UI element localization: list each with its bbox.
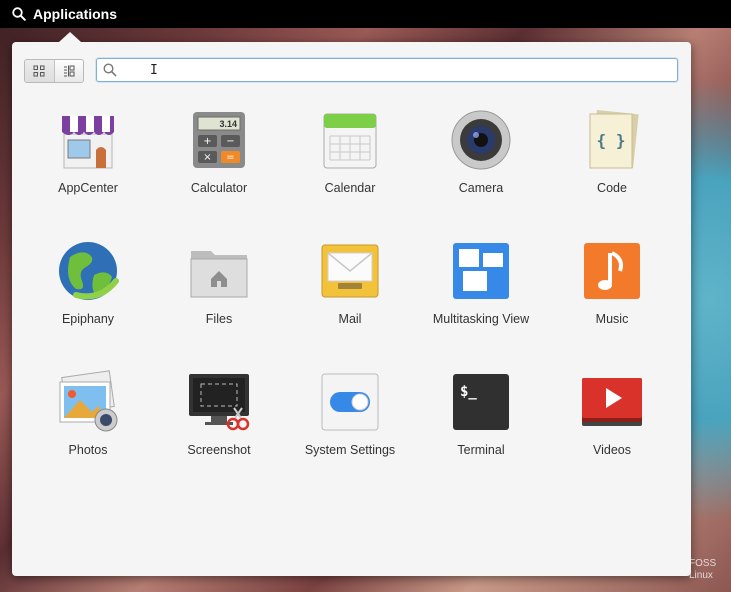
search-icon: [12, 7, 26, 21]
screenshot-icon: [189, 374, 250, 431]
grid-view-button[interactable]: [25, 60, 54, 82]
svg-text:{ }: { }: [597, 131, 626, 150]
svg-text:−: −: [226, 136, 234, 147]
watermark-logo: FOSS Linux: [689, 558, 723, 582]
calculator-display: 3.14: [219, 119, 237, 129]
calendar-icon: [323, 113, 377, 169]
app-photos[interactable]: Photos: [23, 366, 153, 476]
search-input[interactable]: [123, 61, 667, 81]
photos-icon: [59, 370, 118, 432]
app-label: Camera: [458, 181, 504, 195]
app-terminal[interactable]: $_ Terminal: [416, 366, 546, 476]
svg-text:+: +: [203, 136, 211, 147]
app-screenshot[interactable]: Screenshot: [154, 366, 284, 476]
applications-launcher: I AppCenter 3.14 + − × = Calculator Cale…: [12, 32, 691, 576]
camera-icon: [451, 110, 511, 170]
code-icon: { }: [589, 109, 639, 169]
music-icon: [584, 243, 640, 299]
appcenter-icon: [62, 116, 114, 169]
view-mode-switcher: [24, 59, 84, 83]
app-videos[interactable]: Videos: [547, 366, 677, 476]
app-label: Epiphany: [61, 312, 115, 326]
app-label: Multitasking View: [432, 312, 530, 326]
watermark-line2: Linux: [689, 570, 713, 581]
app-calendar[interactable]: Calendar: [285, 104, 415, 214]
app-appcenter[interactable]: AppCenter: [23, 104, 153, 214]
app-music[interactable]: Music: [547, 235, 677, 345]
app-system-settings[interactable]: System Settings: [285, 366, 415, 476]
app-label: Calculator: [190, 181, 248, 195]
app-camera[interactable]: Camera: [416, 104, 546, 214]
app-label: System Settings: [304, 443, 396, 457]
mail-icon: [321, 244, 379, 298]
search-icon: [103, 63, 117, 77]
files-icon: [190, 251, 248, 298]
app-label: Music: [595, 312, 629, 326]
app-label: Code: [597, 181, 627, 195]
multitasking-icon: [453, 243, 509, 299]
epiphany-icon: [59, 242, 119, 300]
app-label: Photos: [68, 443, 108, 457]
app-label: Mail: [338, 312, 362, 326]
app-calculator[interactable]: 3.14 + − × = Calculator: [154, 104, 284, 214]
app-label: Videos: [593, 443, 631, 457]
search-field[interactable]: I: [96, 58, 678, 82]
app-epiphany[interactable]: Epiphany: [23, 235, 153, 345]
app-files[interactable]: Files: [154, 235, 284, 345]
applications-label: Applications: [33, 6, 118, 22]
svg-text:×: ×: [203, 152, 211, 163]
grid-view-icon: [33, 65, 45, 77]
settings-icon: [321, 373, 379, 431]
app-label: Calendar: [324, 181, 376, 195]
videos-icon: [582, 378, 642, 426]
text-cursor-icon: I: [150, 63, 158, 78]
svg-text:=: =: [226, 152, 234, 163]
popover-arrow: [59, 32, 81, 42]
app-mail[interactable]: Mail: [285, 235, 415, 345]
applications-menu-button[interactable]: Applications: [12, 6, 117, 22]
watermark-line1: FOSS: [689, 558, 717, 569]
app-label: AppCenter: [58, 181, 118, 195]
app-multitasking-view[interactable]: Multitasking View: [416, 235, 546, 345]
app-code[interactable]: { } Code: [547, 104, 677, 214]
calculator-icon: 3.14 + − × =: [193, 112, 245, 168]
top-panel: Applications: [0, 0, 731, 28]
terminal-prompt: $_: [460, 384, 477, 400]
app-label: Terminal: [457, 443, 505, 457]
terminal-icon: $_: [453, 374, 509, 430]
app-label: Screenshot: [187, 443, 251, 457]
app-label: Files: [205, 312, 233, 326]
category-view-button[interactable]: [53, 60, 84, 82]
category-view-icon: [63, 65, 75, 77]
